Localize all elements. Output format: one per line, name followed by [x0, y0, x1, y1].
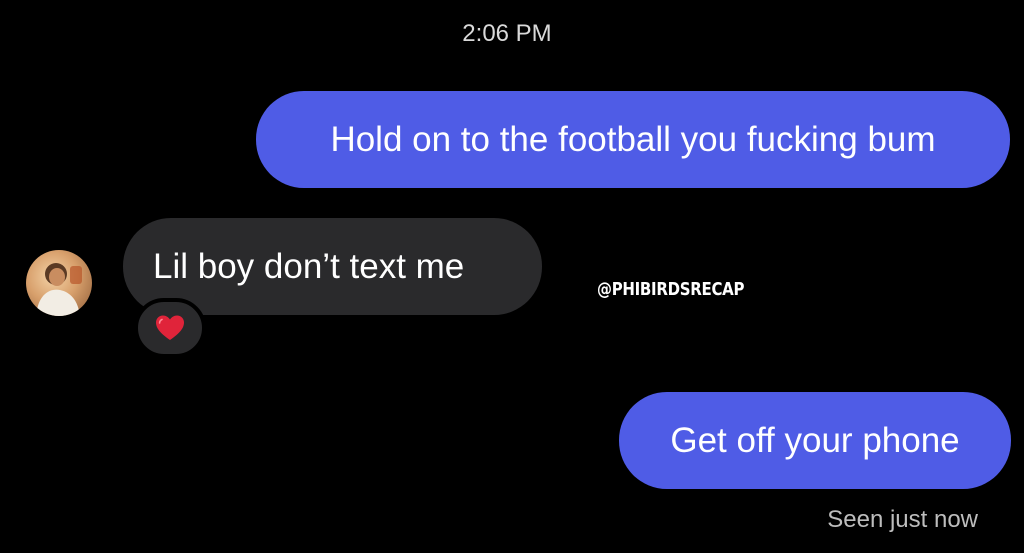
message-text: Lil boy don’t text me — [153, 247, 465, 286]
message-reaction[interactable] — [134, 298, 206, 358]
outgoing-message-bubble[interactable]: Get off your phone — [619, 392, 1011, 489]
heart-icon — [156, 315, 184, 340]
outgoing-message-bubble[interactable]: Hold on to the football you fucking bum — [256, 91, 1010, 188]
watermark-text: @PHIBIRDSRECAP — [597, 278, 745, 300]
message-text: Get off your phone — [670, 421, 960, 460]
avatar-photo-icon — [36, 263, 82, 316]
contact-avatar[interactable] — [26, 250, 92, 316]
read-receipt: Seen just now — [827, 506, 978, 533]
message-timestamp: 2:06 PM — [462, 20, 552, 47]
message-text: Hold on to the football you fucking bum — [330, 120, 936, 159]
